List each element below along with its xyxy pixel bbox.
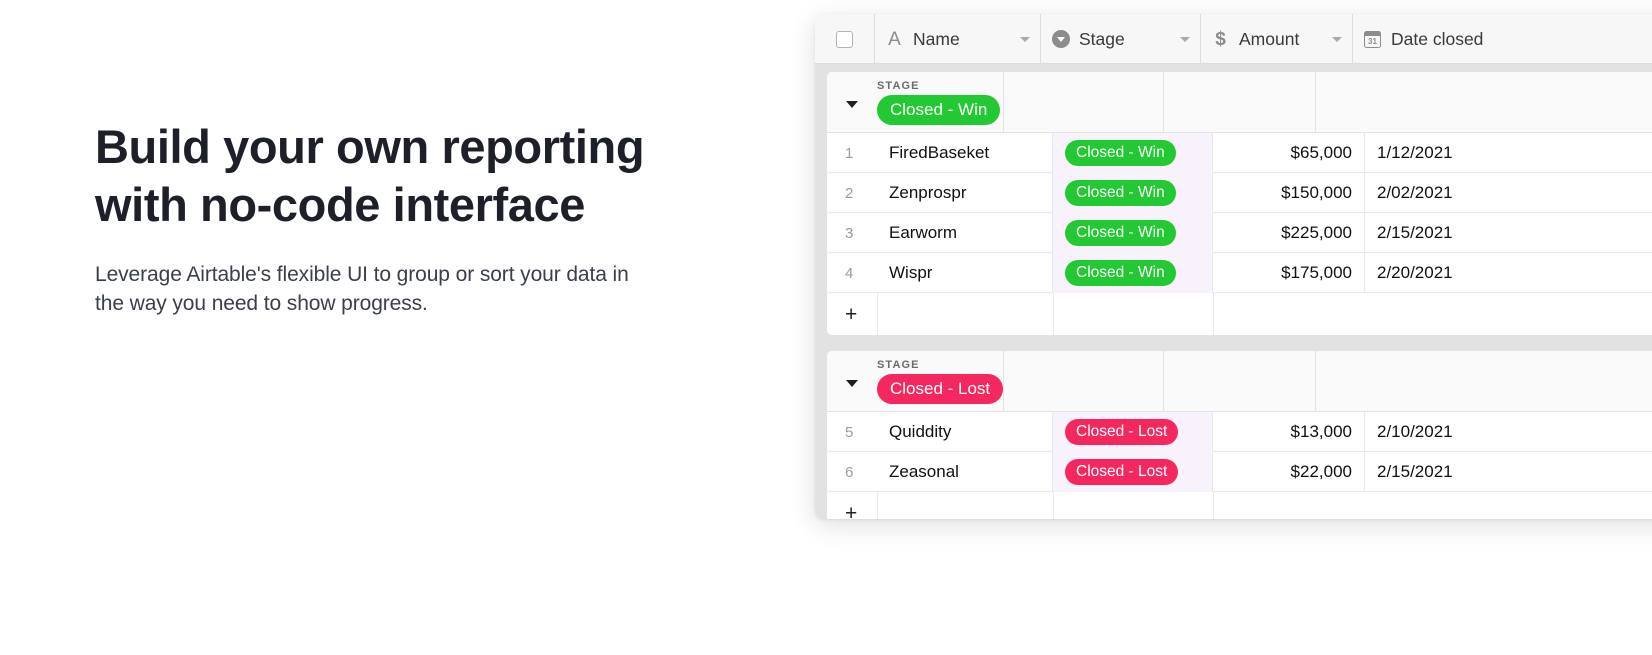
chevron-down-icon[interactable] bbox=[1020, 36, 1030, 42]
cell-name[interactable]: Zeasonal bbox=[877, 452, 1053, 492]
cell-stage[interactable]: Closed - Win bbox=[1053, 213, 1213, 253]
plus-icon[interactable]: + bbox=[827, 293, 877, 335]
row-number: 3 bbox=[845, 224, 854, 242]
cell-stage[interactable]: Closed - Lost bbox=[1053, 452, 1213, 492]
add-row-spacer bbox=[877, 492, 1652, 519]
column-header-stage-label: Stage bbox=[1079, 28, 1125, 49]
table-row[interactable]: 5 Quiddity Closed - Lost $13,000 2/10/20… bbox=[827, 412, 1652, 452]
calendar-icon: 31 bbox=[1363, 30, 1382, 49]
table-row[interactable]: 1 FiredBaseket Closed - Win $65,000 1/12… bbox=[827, 133, 1652, 173]
stage-pill: Closed - Lost bbox=[1065, 418, 1179, 446]
page-title: Build your own reporting with no-code in… bbox=[95, 120, 645, 231]
add-row-button[interactable]: + bbox=[827, 293, 1652, 335]
grid-groups: STAGE Closed - Win 1 FiredBaseket Closed… bbox=[815, 64, 1652, 519]
cell-date-closed[interactable]: 2/15/2021 bbox=[1365, 452, 1652, 492]
add-row-spacer bbox=[877, 293, 1652, 335]
stage-pill: Closed - Win bbox=[1065, 219, 1176, 247]
hero-copy: Build your own reporting with no-code in… bbox=[95, 118, 655, 318]
cell-stage[interactable]: Closed - Win bbox=[1053, 173, 1213, 213]
page-root: Build your own reporting with no-code in… bbox=[0, 0, 1652, 655]
table-row[interactable]: 6 Zeasonal Closed - Lost $22,000 2/15/20… bbox=[827, 452, 1652, 492]
group-field-label: STAGE bbox=[877, 79, 920, 92]
stage-pill: Closed - Win bbox=[1065, 259, 1176, 287]
select-all-cell[interactable] bbox=[815, 14, 875, 64]
group-divider bbox=[815, 335, 1652, 351]
group-header-body: STAGE Closed - Lost bbox=[877, 358, 1004, 404]
cell-amount[interactable]: $22,000 bbox=[1213, 452, 1365, 492]
cell-amount[interactable]: $175,000 bbox=[1213, 253, 1365, 293]
group-header-body: STAGE Closed - Win bbox=[877, 80, 1003, 125]
single-select-icon bbox=[1051, 30, 1070, 49]
page-subtitle: Leverage Airtable's flexible UI to group… bbox=[95, 263, 629, 315]
cell-amount[interactable]: $150,000 bbox=[1213, 173, 1365, 213]
row-number: 1 bbox=[845, 144, 854, 162]
table-row[interactable]: 4 Wispr Closed - Win $175,000 2/20/2021 bbox=[827, 253, 1652, 293]
column-header-date-closed-label: Date closed bbox=[1391, 28, 1484, 49]
chevron-down-icon[interactable] bbox=[1180, 36, 1190, 42]
cell-date-closed[interactable]: 2/02/2021 bbox=[1365, 173, 1652, 213]
column-header-date-closed[interactable]: 31 Date closed bbox=[1353, 14, 1652, 64]
plus-icon[interactable]: + bbox=[827, 492, 877, 520]
cell-name[interactable]: FiredBaseket bbox=[877, 133, 1053, 173]
stage-pill: Closed - Lost bbox=[1065, 458, 1179, 486]
group-collapse-toggle[interactable] bbox=[827, 376, 877, 387]
cell-stage[interactable]: Closed - Win bbox=[1053, 133, 1213, 173]
row-number: 5 bbox=[845, 423, 854, 441]
currency-icon: $ bbox=[1215, 28, 1226, 50]
cell-name[interactable]: Quiddity bbox=[877, 412, 1053, 452]
triangle-down-icon bbox=[846, 379, 858, 387]
column-header-name-label: Name bbox=[913, 28, 960, 49]
column-header-amount-label: Amount bbox=[1239, 28, 1300, 49]
group-header[interactable]: STAGE Closed - Win bbox=[827, 72, 1652, 133]
cell-date-closed[interactable]: 2/10/2021 bbox=[1365, 412, 1652, 452]
group-value-pill: Closed - Win bbox=[877, 94, 1001, 125]
cell-name[interactable]: Wispr bbox=[877, 253, 1053, 293]
chevron-down-icon[interactable] bbox=[1332, 36, 1342, 42]
triangle-down-icon bbox=[846, 100, 858, 108]
cell-stage[interactable]: Closed - Lost bbox=[1053, 412, 1213, 452]
cell-date-closed[interactable]: 2/20/2021 bbox=[1365, 253, 1652, 293]
table-row[interactable]: 2 Zenprospr Closed - Win $150,000 2/02/2… bbox=[827, 173, 1652, 213]
column-header-name[interactable]: A Name bbox=[875, 14, 1041, 64]
column-header-amount[interactable]: $ Amount bbox=[1201, 14, 1353, 64]
cell-name[interactable]: Earworm bbox=[877, 213, 1053, 253]
group-field-label: STAGE bbox=[877, 358, 920, 371]
group-block: STAGE Closed - Lost 5 Quiddity Closed - … bbox=[827, 351, 1652, 519]
grid-view: A Name Stage $ Amount 31 Date closed STA… bbox=[815, 14, 1652, 519]
stage-pill: Closed - Win bbox=[1065, 179, 1176, 207]
row-number: 6 bbox=[845, 463, 854, 481]
grid-header-row: A Name Stage $ Amount 31 Date closed bbox=[815, 14, 1652, 64]
group-header-spacer bbox=[1003, 351, 1652, 412]
cell-date-closed[interactable]: 1/12/2021 bbox=[1365, 133, 1652, 173]
row-number: 2 bbox=[845, 184, 854, 202]
cell-date-closed[interactable]: 2/15/2021 bbox=[1365, 213, 1652, 253]
group-header[interactable]: STAGE Closed - Lost bbox=[827, 351, 1652, 412]
text-field-icon: A bbox=[888, 28, 901, 50]
group-block: STAGE Closed - Win 1 FiredBaseket Closed… bbox=[827, 72, 1652, 335]
stage-pill: Closed - Win bbox=[1065, 139, 1176, 167]
column-header-stage[interactable]: Stage bbox=[1041, 14, 1201, 64]
cell-name[interactable]: Zenprospr bbox=[877, 173, 1053, 213]
cell-stage[interactable]: Closed - Win bbox=[1053, 253, 1213, 293]
row-number: 4 bbox=[845, 264, 854, 282]
cell-amount[interactable]: $225,000 bbox=[1213, 213, 1365, 253]
grid-view-card: A Name Stage $ Amount 31 Date closed STA… bbox=[815, 14, 1652, 519]
group-collapse-toggle[interactable] bbox=[827, 97, 877, 108]
select-all-checkbox[interactable] bbox=[836, 30, 853, 48]
group-header-spacer bbox=[1003, 72, 1652, 133]
add-row-button[interactable]: + bbox=[827, 492, 1652, 519]
cell-amount[interactable]: $13,000 bbox=[1213, 412, 1365, 452]
table-row[interactable]: 3 Earworm Closed - Win $225,000 2/15/202… bbox=[827, 213, 1652, 253]
group-value-pill: Closed - Lost bbox=[877, 373, 1004, 404]
cell-amount[interactable]: $65,000 bbox=[1213, 133, 1365, 173]
